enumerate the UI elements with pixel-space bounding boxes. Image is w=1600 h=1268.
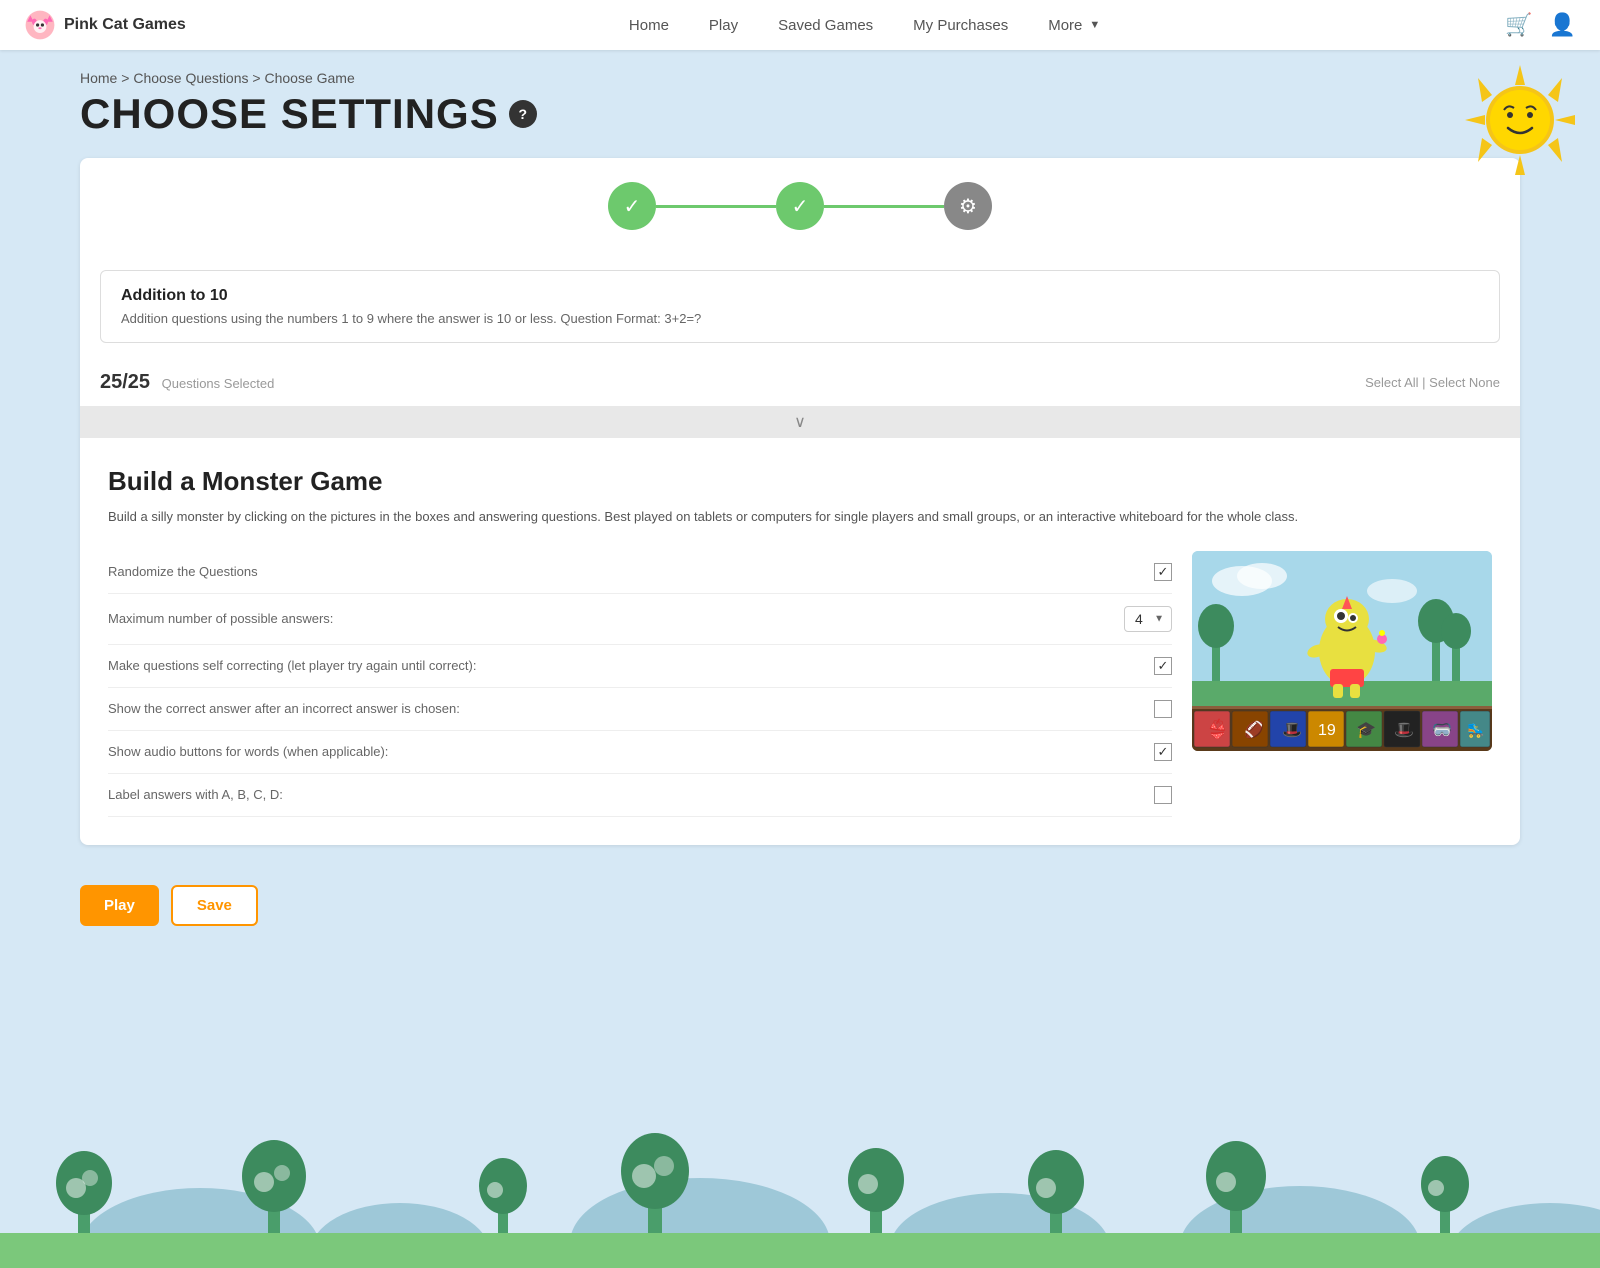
checkbox-show-correct[interactable] <box>1154 700 1172 718</box>
game-preview: 👙 🏈 🎩 19 🎓 🎩 🥽 🛼 <box>1192 551 1492 751</box>
landscape-svg <box>0 1068 1600 1268</box>
svg-text:🎩: 🎩 <box>1282 722 1302 739</box>
select-none-link[interactable]: Select None <box>1429 375 1500 390</box>
setting-control-self-correcting <box>1154 657 1172 675</box>
checkbox-self-correcting[interactable] <box>1154 657 1172 675</box>
game-description: Build a silly monster by clicking on the… <box>108 507 1492 527</box>
setting-label-show-correct: Show the correct answer after an incorre… <box>108 701 460 716</box>
setting-row-randomize: Randomize the Questions <box>108 551 1172 594</box>
step-line-1 <box>656 205 776 208</box>
setting-row-show-correct: Show the correct answer after an incorre… <box>108 688 1172 731</box>
save-button[interactable]: Save <box>171 885 258 926</box>
game-preview-panel: 👙 🏈 🎩 19 🎓 🎩 🥽 🛼 <box>1192 551 1492 817</box>
setting-control-randomize <box>1154 563 1172 581</box>
sun-decoration <box>1460 60 1580 180</box>
stepper: ✓ ✓ ⚙ <box>80 158 1520 254</box>
step-2: ✓ <box>776 182 824 230</box>
select-wrapper-max-answers: 2 3 4 5 6 <box>1124 606 1172 632</box>
setting-label-label-answers: Label answers with A, B, C, D: <box>108 787 283 802</box>
nav-my-purchases[interactable]: My Purchases <box>913 17 1008 34</box>
svg-text:👙: 👙 <box>1206 718 1228 739</box>
breadcrumb-choose-questions[interactable]: Choose Questions <box>133 70 248 86</box>
game-section: Build a Monster Game Build a silly monst… <box>80 438 1520 845</box>
nav-home[interactable]: Home <box>629 17 669 34</box>
setting-control-show-correct <box>1154 700 1172 718</box>
setting-label-randomize: Randomize the Questions <box>108 564 258 579</box>
main-content: Home > Choose Questions > Choose Game CH… <box>0 50 1600 845</box>
question-title: Addition to 10 <box>121 287 1479 305</box>
brand: Pink Cat Games <box>24 9 224 41</box>
breadcrumb-home[interactable]: Home <box>80 70 117 86</box>
page-title: CHOOSE SETTINGS <box>80 90 499 138</box>
select-links: Select All | Select None <box>1365 375 1500 390</box>
step-3: ⚙ <box>944 182 992 230</box>
footer-buttons: Play Save <box>0 865 1600 946</box>
account-icon[interactable]: 👤 <box>1549 12 1576 38</box>
svg-text:🎓: 🎓 <box>1356 722 1376 739</box>
breadcrumb-choose-game[interactable]: Choose Game <box>264 70 354 86</box>
setting-control-max-answers: 2 3 4 5 6 <box>1124 606 1172 632</box>
chevron-down-icon: ∨ <box>794 412 806 432</box>
setting-label-max-answers: Maximum number of possible answers: <box>108 611 333 626</box>
cat-logo-icon <box>24 9 56 41</box>
game-preview-svg: 👙 🏈 🎩 19 🎓 🎩 🥽 🛼 <box>1192 551 1492 751</box>
page-title-row: CHOOSE SETTINGS ? <box>80 90 1520 138</box>
help-icon[interactable]: ? <box>509 100 537 128</box>
play-button[interactable]: Play <box>80 885 159 926</box>
nav-more-label: More <box>1048 17 1082 34</box>
question-description: Addition questions using the numbers 1 t… <box>121 311 1479 326</box>
nav-links: Home Play Saved Games My Purchases More … <box>224 17 1505 34</box>
questions-label: Questions Selected <box>162 376 275 391</box>
settings-grid: Randomize the Questions Maximum number o… <box>108 551 1492 817</box>
svg-text:🎩: 🎩 <box>1394 722 1414 739</box>
svg-text:🛼: 🛼 <box>1467 722 1484 739</box>
nav-play[interactable]: Play <box>709 17 738 34</box>
settings-left: Randomize the Questions Maximum number o… <box>108 551 1172 817</box>
svg-text:🥽: 🥽 <box>1432 722 1452 739</box>
checkbox-randomize[interactable] <box>1154 563 1172 581</box>
setting-row-self-correcting: Make questions self correcting (let play… <box>108 645 1172 688</box>
nav-more[interactable]: More ▼ <box>1048 17 1100 34</box>
question-section: Addition to 10 Addition questions using … <box>100 270 1500 343</box>
select-all-link[interactable]: Select All <box>1365 375 1418 390</box>
setting-label-self-correcting: Make questions self correcting (let play… <box>108 658 477 673</box>
nav-saved-games[interactable]: Saved Games <box>778 17 873 34</box>
chevron-down-icon: ▼ <box>1089 19 1100 31</box>
cart-icon[interactable]: 🛒 <box>1505 12 1532 38</box>
setting-control-audio-buttons <box>1154 743 1172 761</box>
setting-control-label-answers <box>1154 786 1172 804</box>
collapse-bar[interactable]: ∨ <box>80 406 1520 438</box>
setting-row-audio-buttons: Show audio buttons for words (when appli… <box>108 731 1172 774</box>
nav-icons: 🛒 👤 <box>1505 12 1576 38</box>
navbar: Pink Cat Games Home Play Saved Games My … <box>0 0 1600 50</box>
questions-bar: 25/25 Questions Selected Select All | Se… <box>80 359 1520 406</box>
setting-row-label-answers: Label answers with A, B, C, D: <box>108 774 1172 817</box>
step-1: ✓ <box>608 182 656 230</box>
select-max-answers[interactable]: 2 3 4 5 6 <box>1124 606 1172 632</box>
breadcrumb: Home > Choose Questions > Choose Game <box>80 70 1520 86</box>
setting-row-max-answers: Maximum number of possible answers: 2 3 … <box>108 594 1172 645</box>
setting-label-audio-buttons: Show audio buttons for words (when appli… <box>108 744 388 759</box>
checkbox-audio-buttons[interactable] <box>1154 743 1172 761</box>
svg-text:19: 19 <box>1318 722 1336 739</box>
checkbox-label-answers[interactable] <box>1154 786 1172 804</box>
step-line-2 <box>824 205 944 208</box>
game-title: Build a Monster Game <box>108 466 1492 497</box>
landscape <box>0 1068 1600 1268</box>
questions-count: 25/25 <box>100 371 156 393</box>
brand-name: Pink Cat Games <box>64 16 186 34</box>
main-card: ✓ ✓ ⚙ Addition to 10 Addition questions … <box>80 158 1520 845</box>
svg-text:🏈: 🏈 <box>1244 720 1264 739</box>
